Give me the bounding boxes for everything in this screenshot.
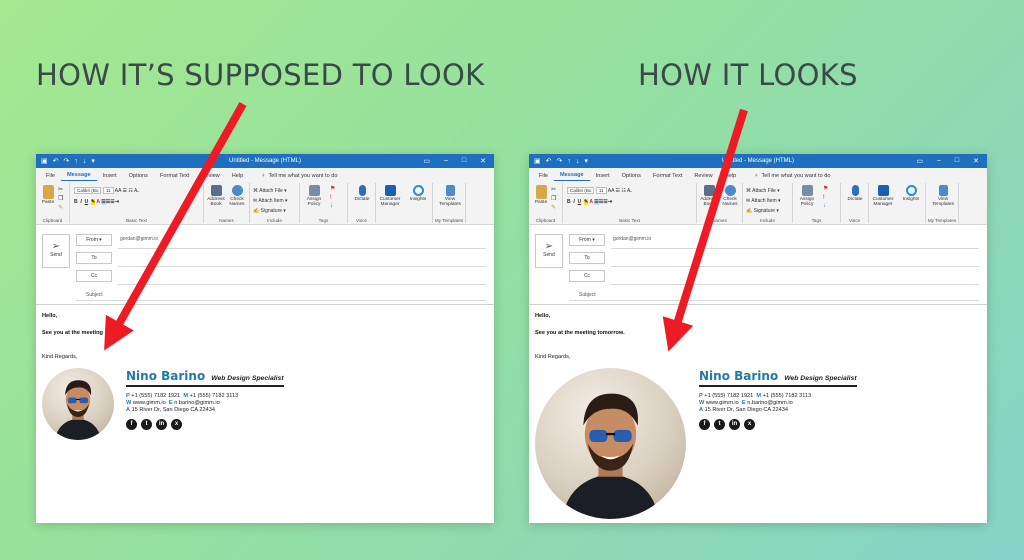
arrow-left xyxy=(104,102,247,351)
arrow-overlay xyxy=(104,102,748,352)
arrow-right xyxy=(662,108,748,352)
